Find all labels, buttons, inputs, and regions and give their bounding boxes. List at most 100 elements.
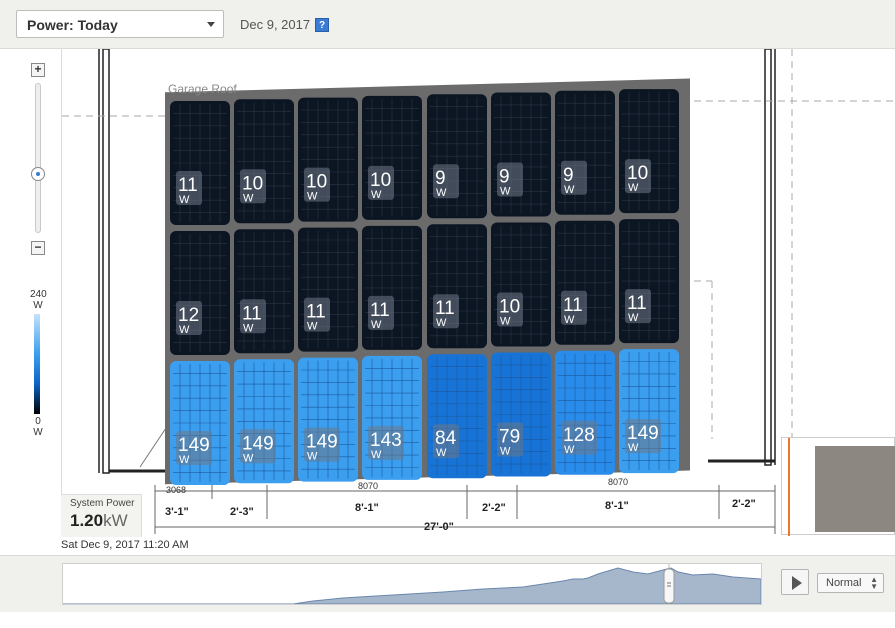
playback-speed-select[interactable]: Normal ▲ ▼	[817, 573, 884, 593]
system-power-value-wrap: 1.20kW	[70, 511, 128, 531]
array-map[interactable]: 3'-1" 2'-3" 8'-1" 2'-2" 8'-1" 2'-2" 27'-0" 306…	[61, 49, 895, 534]
playback-speed-label: Normal	[826, 577, 862, 589]
roof-drawing: 3'-1" 2'-3" 8'-1" 2'-2" 8'-1" 2'-2" 27'-0" 306…	[62, 49, 895, 534]
solar-panel[interactable]: 79W	[491, 352, 551, 477]
panel-power-unit: W	[564, 314, 575, 326]
panel-power-unit: W	[436, 447, 447, 459]
minimap-frame-edge	[788, 438, 790, 536]
panel-power-unit: W	[307, 451, 318, 463]
solar-panel[interactable]: 10W	[362, 95, 422, 220]
panel-power-unit: W	[179, 454, 190, 466]
panel-power-unit: W	[371, 319, 382, 331]
panel-power-unit: W	[307, 191, 318, 203]
legend-max-unit: W	[33, 300, 43, 311]
panel-array: 11W10W10W10W9W9W9W10W12W11W11W11W11W10W1…	[165, 78, 690, 485]
dimension-label: 2'-2"	[732, 498, 756, 510]
panel-power-unit: W	[371, 449, 382, 461]
playback-bar: Normal ▲ ▼	[0, 555, 895, 612]
solar-panel[interactable]: 11W	[555, 220, 615, 345]
panel-power-value: 10	[370, 170, 391, 191]
selected-date[interactable]: Dec 9, 2017	[240, 17, 310, 32]
solar-panel[interactable]: 149W	[234, 359, 294, 484]
panel-power-value: 12	[178, 305, 199, 326]
zoom-slider-track[interactable]	[35, 83, 41, 233]
panel-power-unit: W	[243, 192, 254, 204]
solar-panel[interactable]: 11W	[234, 229, 294, 354]
solar-panel[interactable]: 10W	[234, 99, 294, 224]
panel-power-unit: W	[436, 317, 447, 329]
timeline-graph	[63, 564, 762, 605]
solar-panel[interactable]: 9W	[555, 90, 615, 215]
power-color-scale	[34, 314, 40, 414]
play-button[interactable]	[781, 569, 809, 595]
dimension-label: 2'-2"	[482, 502, 506, 514]
solar-panel[interactable]: 11W	[619, 219, 679, 344]
play-icon	[792, 576, 802, 590]
panel-power-unit: W	[500, 186, 511, 198]
solar-panel[interactable]: 11W	[298, 227, 358, 352]
chevron-down-icon	[207, 22, 215, 27]
solar-panel[interactable]: 11W	[170, 101, 230, 225]
panel-power-unit: W	[628, 312, 639, 324]
panel-power-value: 11	[435, 298, 455, 319]
solar-panel[interactable]: 9W	[427, 94, 487, 219]
panel-power-unit: W	[243, 452, 254, 464]
zoom-out-button[interactable]: −	[31, 241, 45, 255]
panel-power-unit: W	[500, 316, 511, 328]
window-code: 3068	[166, 485, 186, 495]
panel-power-unit: W	[243, 322, 254, 334]
solar-panel[interactable]: 11W	[362, 225, 422, 350]
panel-power-value: 128	[563, 425, 595, 446]
production-timeline[interactable]	[62, 563, 762, 605]
panel-power-value: 149	[306, 432, 338, 453]
view-select[interactable]: Power: Today	[16, 10, 224, 38]
legend-min: 0 W	[30, 416, 46, 438]
panel-power-value: 9	[563, 165, 574, 186]
dimension-label: 8'-1"	[355, 502, 379, 514]
panel-power-value: 79	[499, 427, 520, 448]
panel-power-value: 9	[435, 168, 446, 189]
panel-power-unit: W	[307, 321, 318, 333]
timestamp: Sat Dec 9, 2017 11:20 AM	[61, 539, 189, 551]
solar-panel[interactable]: 84W	[427, 354, 487, 479]
solar-panel[interactable]: 149W	[170, 361, 230, 485]
view-select-label: Power: Today	[27, 17, 118, 33]
solar-panel[interactable]: 11W	[427, 224, 487, 349]
panel-power-unit: W	[564, 444, 575, 456]
panel-power-value: 11	[563, 295, 583, 316]
solar-panel[interactable]: 12W	[170, 231, 230, 355]
solar-panel[interactable]: 149W	[298, 357, 358, 482]
panel-power-unit: W	[500, 446, 511, 458]
solar-panel[interactable]: 9W	[491, 92, 551, 217]
window-code: 8070	[358, 481, 378, 491]
system-power-box: System Power 1.20kW	[61, 494, 142, 537]
solar-panel[interactable]: 128W	[555, 350, 615, 475]
panel-power-value: 149	[242, 433, 274, 454]
minimap[interactable]	[781, 437, 895, 536]
solar-panel[interactable]: 10W	[491, 222, 551, 347]
zoom-slider-handle[interactable]	[31, 167, 45, 181]
panel-power-unit: W	[564, 184, 575, 196]
dimension-label: 27'-0"	[424, 521, 454, 533]
panel-power-value: 9	[499, 167, 510, 188]
dimension-label: 3'-1"	[165, 506, 189, 518]
legend-min-value: 0	[35, 416, 41, 427]
zoom-in-button[interactable]: +	[31, 63, 45, 77]
panel-power-unit: W	[179, 194, 190, 206]
map-controls: + − 240 W 0 W	[0, 49, 60, 499]
solar-panel[interactable]: 10W	[298, 97, 358, 222]
minimap-viewport[interactable]	[815, 446, 895, 532]
solar-panel[interactable]: 10W	[619, 89, 679, 214]
dimension-label: 8'-1"	[605, 500, 629, 512]
solar-panel[interactable]: 149W	[619, 349, 679, 474]
panel-power-value: 143	[370, 430, 402, 451]
top-toolbar: Power: Today Dec 9, 2017 ?	[0, 0, 895, 49]
legend-max: 240 W	[30, 289, 47, 311]
help-icon[interactable]: ?	[315, 18, 329, 32]
panel-power-value: 84	[435, 428, 457, 449]
solar-panel[interactable]: 143W	[362, 355, 422, 480]
panel-power-value: 11	[178, 175, 198, 196]
panel-power-value: 10	[306, 172, 327, 193]
panel-power-value: 11	[627, 293, 647, 314]
legend-min-unit: W	[33, 427, 43, 438]
